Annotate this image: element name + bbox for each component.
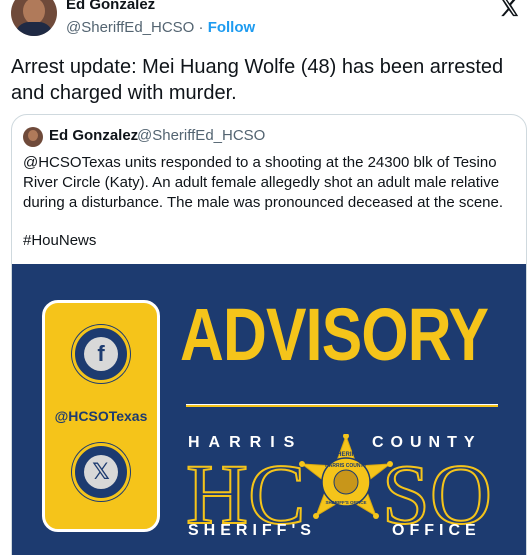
avatar-face bbox=[23, 0, 45, 24]
facebook-glyph: f bbox=[84, 337, 118, 371]
social-card: f @HCSOTexas 𝕏 bbox=[42, 300, 160, 532]
sheriff-star-badge-icon: SHERIFF HARRIS COUNTY SHERIFF'S OFFICE bbox=[299, 434, 393, 519]
badge-arc-text: HARRIS COUNTY bbox=[325, 463, 367, 469]
tweet-text: Arrest update: Mei Huang Wolfe (48) has … bbox=[11, 56, 504, 104]
social-handle: @HCSOTexas bbox=[54, 408, 148, 424]
handle-separator: · bbox=[194, 19, 208, 36]
quoted-author-name: Ed Gonzalez bbox=[49, 127, 139, 144]
x-social-icon: 𝕏 bbox=[72, 443, 130, 501]
advisory-image[interactable]: f @HCSOTexas 𝕏 ADVISORY HARRIS COUNTY HC… bbox=[12, 264, 526, 555]
quoted-text: @HCSOTexas units responded to a shooting… bbox=[23, 154, 504, 211]
facebook-icon: f bbox=[72, 325, 130, 383]
hashtag-link[interactable]: #HouNews bbox=[23, 232, 96, 249]
x-glyph: 𝕏 bbox=[84, 455, 118, 489]
author-name[interactable]: Ed Gonzalez bbox=[66, 0, 155, 13]
author-handle[interactable]: @SheriffEd_HCSO bbox=[66, 19, 194, 36]
avatar-uniform bbox=[15, 22, 53, 36]
x-logo-icon[interactable] bbox=[498, 0, 520, 18]
tweet-header: Ed Gonzalez @SheriffEd_HCSO · Follow bbox=[0, 0, 530, 50]
advisory-title: ADVISORY bbox=[180, 293, 489, 376]
quoted-tweet[interactable]: Ed Gonzalez @SheriffEd_HCSO @HCSOTexas u… bbox=[11, 114, 527, 555]
badge-bottom-text: SHERIFF'S OFFICE bbox=[325, 500, 366, 505]
office-text: OFFICE bbox=[392, 522, 481, 539]
follow-button[interactable]: Follow bbox=[208, 19, 256, 36]
quoted-author-handle: @SheriffEd_HCSO bbox=[137, 127, 266, 144]
author-avatar[interactable] bbox=[11, 0, 57, 36]
author-handle-row: @SheriffEd_HCSO · Follow bbox=[66, 19, 255, 36]
divider-line bbox=[186, 404, 498, 407]
sheriffs-text: SHERIFF'S bbox=[188, 522, 316, 539]
badge-top-text: SHERIFF bbox=[333, 452, 359, 458]
quoted-author-avatar bbox=[23, 127, 43, 147]
